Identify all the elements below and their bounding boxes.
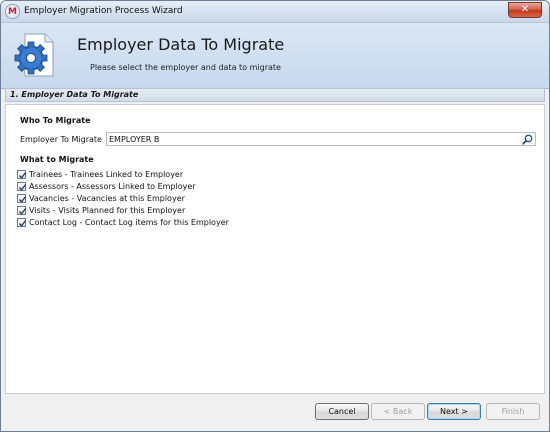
page-title: Employer Data To Migrate	[77, 35, 285, 54]
option-contact-log[interactable]: Contact Log - Contact Log items for this…	[17, 216, 229, 228]
assessors-checkbox[interactable]	[17, 181, 27, 191]
what-section-title: What to Migrate	[20, 155, 94, 164]
step-header: 1. Employer Data To Migrate	[5, 88, 545, 102]
cancel-button[interactable]: Cancel	[315, 403, 369, 420]
step-label: 1. Employer Data To Migrate	[10, 90, 139, 99]
next-button[interactable]: Next >	[427, 403, 481, 420]
page-subtitle: Please select the employer and data to m…	[90, 63, 281, 72]
contact-log-checkbox[interactable]	[17, 217, 27, 227]
checkmark-icon	[18, 183, 27, 191]
employer-input[interactable]	[109, 134, 509, 145]
content-panel: Who To Migrate Employer To Migrate What …	[5, 104, 545, 394]
gear-document-icon	[14, 33, 54, 77]
option-trainees[interactable]: Trainees - Trainees Linked to Employer	[17, 168, 229, 180]
search-icon[interactable]	[522, 134, 533, 145]
checkmark-icon	[18, 219, 27, 227]
close-button[interactable]: ✕	[508, 2, 542, 18]
option-visits[interactable]: Visits - Visits Planned for this Employe…	[17, 204, 229, 216]
app-logo-icon: M	[5, 4, 20, 19]
wizard-window: M Employer Migration Process Wizard ✕ Em…	[0, 0, 550, 432]
window-title: Employer Migration Process Wizard	[24, 6, 183, 16]
checkmark-icon	[18, 195, 27, 203]
visits-checkbox[interactable]	[17, 205, 27, 215]
option-label: Contact Log - Contact Log items for this…	[29, 217, 229, 227]
back-button[interactable]: < Back	[371, 403, 425, 420]
employer-field[interactable]	[106, 132, 536, 146]
option-label: Assessors - Assessors Linked to Employer	[29, 181, 196, 191]
checkmark-icon	[18, 171, 27, 179]
who-section-title: Who To Migrate	[20, 116, 91, 125]
option-label: Visits - Visits Planned for this Employe…	[29, 205, 186, 215]
trainees-checkbox[interactable]	[17, 169, 27, 179]
employer-label: Employer To Migrate	[20, 135, 102, 144]
vacancies-checkbox[interactable]	[17, 193, 27, 203]
migrate-options-list: Trainees - Trainees Linked to Employer A…	[17, 168, 229, 228]
wizard-header: Employer Data To Migrate Please select t…	[1, 23, 549, 89]
finish-button[interactable]: Finish	[486, 403, 540, 420]
checkmark-icon	[18, 207, 27, 215]
title-bar[interactable]: M Employer Migration Process Wizard ✕	[1, 1, 549, 23]
option-label: Vacancies - Vacancies at this Employer	[29, 193, 185, 203]
option-vacancies[interactable]: Vacancies - Vacancies at this Employer	[17, 192, 229, 204]
option-label: Trainees - Trainees Linked to Employer	[29, 169, 184, 179]
option-assessors[interactable]: Assessors - Assessors Linked to Employer	[17, 180, 229, 192]
